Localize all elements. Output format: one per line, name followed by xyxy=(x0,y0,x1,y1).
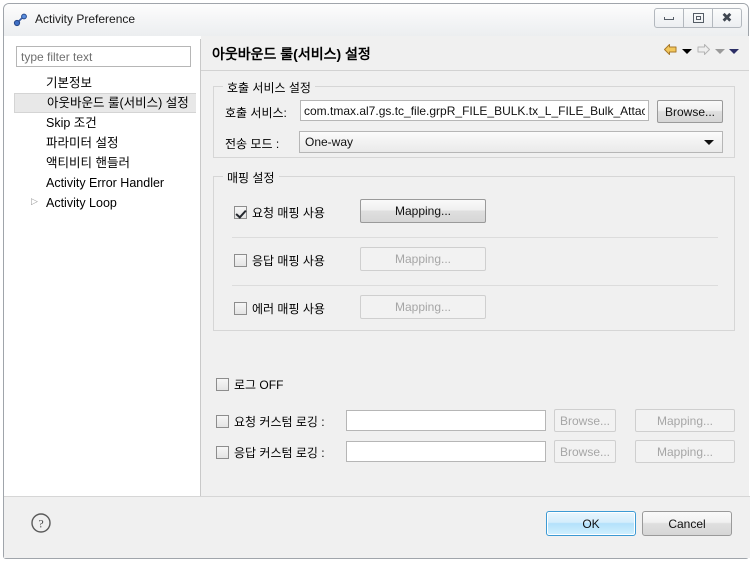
cancel-button[interactable]: Cancel xyxy=(642,511,732,536)
response-custom-logging-input[interactable] xyxy=(346,441,546,462)
window-titlebar: Activity Preference ✖ xyxy=(4,4,748,36)
preference-tree-panel: 기본정보 아웃바운드 룰(서비스) 설정 Skip 조건 파라미터 설정 액티비… xyxy=(11,39,196,489)
request-custom-logging-mapping-button: Mapping... xyxy=(635,409,735,432)
chevron-right-icon[interactable]: ▷ xyxy=(31,198,38,207)
tree-item-activity-error-handler[interactable]: Activity Error Handler xyxy=(14,173,196,193)
log-off-checkbox[interactable]: 로그 OFF xyxy=(216,376,283,393)
maximize-button[interactable] xyxy=(683,8,713,28)
back-arrow-icon[interactable] xyxy=(663,43,678,59)
help-question-icon[interactable]: ? xyxy=(30,512,52,534)
request-custom-logging-label: 요청 커스텀 로깅 : xyxy=(234,413,325,430)
view-menu-chevron-down-icon[interactable] xyxy=(729,49,739,54)
log-off-label: 로그 OFF xyxy=(234,376,283,393)
checkbox-icon xyxy=(216,378,229,391)
mapping-divider-2 xyxy=(232,285,718,286)
tree-item-label: Skip 조건 xyxy=(46,116,97,130)
checkbox-icon xyxy=(216,415,229,428)
preference-tree: 기본정보 아웃바운드 룰(서비스) 설정 Skip 조건 파라미터 설정 액티비… xyxy=(14,73,196,213)
tree-item-label: 기본정보 xyxy=(46,76,92,90)
dialog-footer: ? OK Cancel xyxy=(4,496,750,558)
transfer-mode-value: One-way xyxy=(305,135,353,149)
tree-item-activity-loop[interactable]: ▷ Activity Loop xyxy=(14,193,196,213)
tree-item-label: Activity Error Handler xyxy=(46,176,164,190)
request-mapping-button[interactable]: Mapping... xyxy=(360,199,486,223)
request-custom-logging-browse-button: Browse... xyxy=(554,409,616,432)
checkbox-icon xyxy=(234,254,247,267)
tree-item-label: 파라미터 설정 xyxy=(46,136,118,150)
close-icon: ✖ xyxy=(722,12,733,25)
request-custom-logging-input[interactable] xyxy=(346,410,546,431)
close-button[interactable]: ✖ xyxy=(712,8,742,28)
checkbox-icon xyxy=(234,206,247,219)
response-mapping-checkbox[interactable]: 응답 매핑 사용 xyxy=(234,252,325,269)
mapping-settings-group: 매핑 설정 요청 매핑 사용 Mapping... 응답 매핑 사용 Mappi… xyxy=(213,176,735,331)
forward-history-chevron-down-icon xyxy=(715,49,725,54)
tree-item-label: 아웃바운드 룰(서비스) 설정 xyxy=(47,96,189,110)
chevron-down-icon xyxy=(704,140,714,145)
tree-item-parameter-settings[interactable]: 파라미터 설정 xyxy=(14,133,196,153)
activity-preference-dialog: Activity Preference ✖ 기본정보 아웃바운드 룰(서비스) xyxy=(3,3,749,559)
transfer-mode-select[interactable]: One-way xyxy=(299,131,723,153)
tree-item-basic-info[interactable]: 기본정보 xyxy=(14,73,196,93)
response-custom-logging-browse-button: Browse... xyxy=(554,440,616,463)
service-settings-group-title: 호출 서비스 설정 xyxy=(223,79,315,96)
response-custom-logging-mapping-button: Mapping... xyxy=(635,440,735,463)
page-nav-tools xyxy=(663,43,739,59)
error-mapping-label: 에러 매핑 사용 xyxy=(252,300,325,317)
checkbox-icon xyxy=(234,302,247,315)
mapping-settings-group-title: 매핑 설정 xyxy=(223,169,279,186)
back-history-chevron-down-icon[interactable] xyxy=(682,49,692,54)
response-mapping-label: 응답 매핑 사용 xyxy=(252,252,325,269)
preference-page: 아웃바운드 룰(서비스) 설정 xyxy=(201,36,749,496)
forward-arrow-icon xyxy=(696,43,711,59)
minimize-icon xyxy=(664,17,674,20)
filter-input[interactable] xyxy=(16,46,191,67)
window-title: Activity Preference xyxy=(35,12,135,26)
ok-button[interactable]: OK xyxy=(546,511,636,536)
service-settings-group: 호출 서비스 설정 호출 서비스: Browse... 전송 모드 : One-… xyxy=(213,86,735,158)
tree-item-skip-condition[interactable]: Skip 조건 xyxy=(14,113,196,133)
transfer-mode-label: 전송 모드 : xyxy=(225,135,279,152)
checkbox-icon xyxy=(216,446,229,459)
page-title: 아웃바운드 룰(서비스) 설정 xyxy=(212,44,371,64)
response-custom-logging-label: 응답 커스텀 로깅 : xyxy=(234,444,325,461)
service-browse-button[interactable]: Browse... xyxy=(657,100,723,123)
service-input[interactable] xyxy=(300,100,649,121)
response-mapping-button: Mapping... xyxy=(360,247,486,271)
request-mapping-label: 요청 매핑 사용 xyxy=(252,204,325,221)
mapping-divider-1 xyxy=(232,237,718,238)
response-custom-logging-checkbox[interactable]: 응답 커스텀 로깅 : xyxy=(216,444,325,461)
error-mapping-checkbox[interactable]: 에러 매핑 사용 xyxy=(234,300,325,317)
tree-item-label: Activity Loop xyxy=(46,196,117,210)
service-field-label: 호출 서비스: xyxy=(225,104,287,121)
error-mapping-button: Mapping... xyxy=(360,295,486,319)
window-controls: ✖ xyxy=(654,8,742,28)
minimize-button[interactable] xyxy=(654,8,684,28)
tree-item-activity-handler[interactable]: 액티비티 핸들러 xyxy=(14,153,196,173)
tree-item-outbound-rule[interactable]: 아웃바운드 룰(서비스) 설정 xyxy=(14,93,196,113)
page-header: 아웃바운드 룰(서비스) 설정 xyxy=(201,36,749,71)
maximize-icon xyxy=(693,13,704,23)
dialog-content: 기본정보 아웃바운드 룰(서비스) 설정 Skip 조건 파라미터 설정 액티비… xyxy=(4,36,750,496)
request-custom-logging-checkbox[interactable]: 요청 커스텀 로깅 : xyxy=(216,413,325,430)
tree-item-label: 액티비티 핸들러 xyxy=(46,156,130,170)
activity-nodes-icon xyxy=(13,12,29,28)
request-mapping-checkbox[interactable]: 요청 매핑 사용 xyxy=(234,204,325,221)
svg-text:?: ? xyxy=(38,517,43,531)
